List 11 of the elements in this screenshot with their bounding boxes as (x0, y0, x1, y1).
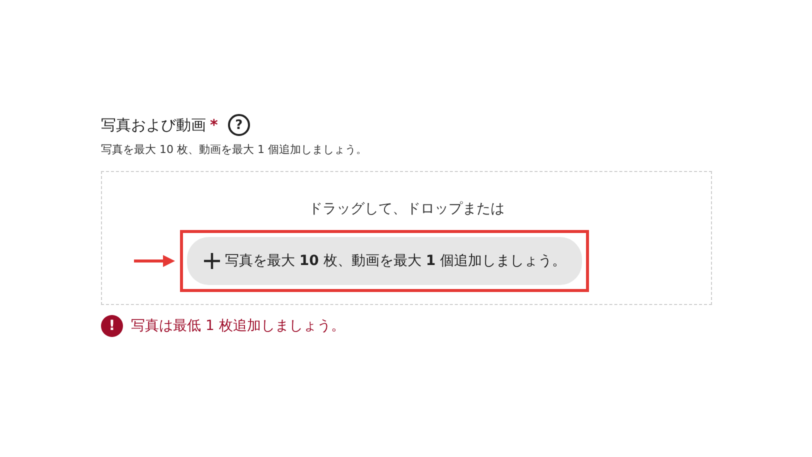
plus-icon (202, 252, 221, 270)
error-message: 写真は最低 1 枚追加しましょう。 (131, 317, 345, 335)
required-mark: * (210, 116, 218, 134)
arrow-icon (134, 254, 176, 268)
dropzone[interactable]: ドラッグして、ドロップまたは 写真を最大 10 枚、動画を最大 1 個追加しましょう。 (101, 171, 712, 305)
help-icon[interactable]: ? (228, 114, 250, 136)
error-icon: ! (101, 315, 123, 337)
field-hint: 写真を最大 10 枚、動画を最大 1 個追加しましょう。 (101, 142, 368, 157)
field-label: 写真および動画 (101, 116, 206, 134)
drop-instruction: ドラッグして、ドロップまたは (308, 200, 504, 218)
add-media-button[interactable]: 写真を最大 10 枚、動画を最大 1 個追加しましょう。 (186, 237, 582, 285)
